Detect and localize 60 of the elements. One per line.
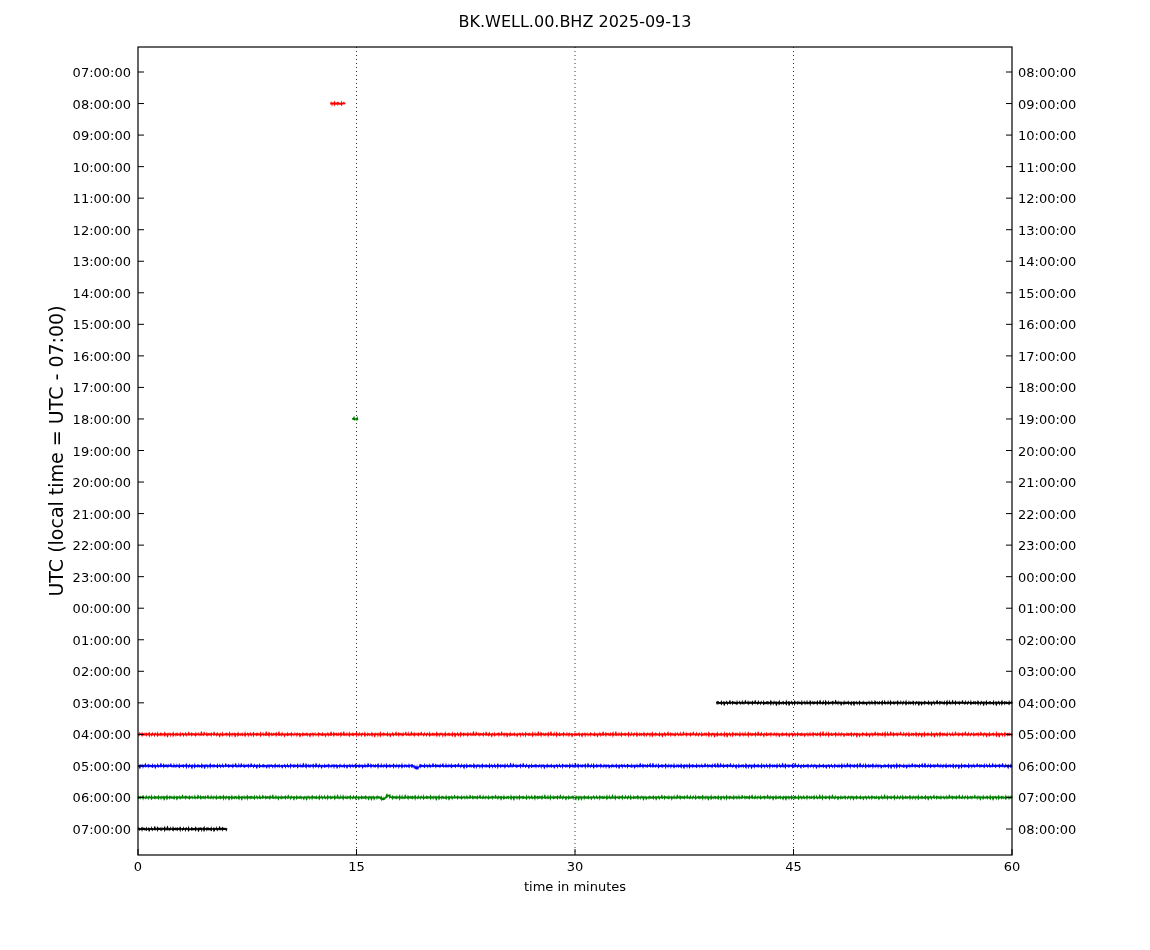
y-tick-label: 05:00:00 [1018,727,1077,743]
y-tick-label: 08:00:00 [72,96,131,112]
y-tick-label: 19:00:00 [72,443,131,459]
y-tick-label: 18:00:00 [1018,380,1077,396]
y-tick-label: 14:00:00 [1018,254,1077,270]
x-axis-label: time in minutes [523,879,627,894]
x-tick-label: 45 [785,859,802,874]
y-tick-label: 12:00:00 [1018,191,1077,207]
y-tick-label: 10:00:00 [72,159,131,175]
y-tick-label: 19:00:00 [1018,411,1077,427]
y-tick-label: 07:00:00 [1018,790,1077,806]
y-tick-label: 06:00:00 [72,790,131,806]
y-tick-label: 12:00:00 [72,222,131,238]
y-tick-label: 11:00:00 [72,191,131,207]
x-tick-label: 30 [566,859,584,874]
y-tick-label: 03:00:00 [72,695,131,711]
y-tick-label: 23:00:00 [1018,538,1077,554]
y-tick-label: 02:00:00 [1018,632,1077,648]
y-tick-label: 04:00:00 [1018,695,1077,711]
seismic-trace [351,415,359,422]
y-tick-label: 11:00:00 [1018,159,1077,175]
y-tick-label: 13:00:00 [1018,222,1077,238]
y-tick-label: 15:00:00 [72,317,131,333]
y-tick-label: 06:00:00 [1018,758,1077,774]
y-tick-label: 17:00:00 [72,380,131,396]
y-tick-label: 09:00:00 [72,128,131,144]
y-tick-label: 17:00:00 [1018,348,1077,364]
y-tick-label: 00:00:00 [72,601,131,617]
y-axis-label: UTC (local time = UTC - 07:00) [45,305,67,597]
x-tick-label: 15 [348,859,365,874]
y-tick-label: 21:00:00 [72,506,131,522]
x-tick-label: 60 [1003,859,1021,874]
y-tick-label: 05:00:00 [72,758,131,774]
y-tick-label: 23:00:00 [72,569,131,585]
y-tick-label: 07:00:00 [72,822,131,837]
y-tick-label: 14:00:00 [72,285,131,301]
y-tick-label: 16:00:00 [1018,317,1077,333]
y-tick-label: 02:00:00 [72,664,131,680]
y-tick-label: 18:00:00 [72,411,131,427]
y-tick-label: 08:00:00 [1018,65,1077,80]
y-tick-label: 01:00:00 [72,632,131,648]
y-tick-label: 03:00:00 [1018,664,1077,680]
y-tick-label: 08:00:00 [1018,822,1077,837]
y-tick-label: 20:00:00 [1018,443,1077,459]
y-tick-label: 20:00:00 [72,475,131,491]
x-tick-label: 0 [133,859,143,874]
seismic-trace [329,100,346,107]
y-tick-label: 21:00:00 [1018,475,1077,491]
chart-title: BK.WELL.00.BHZ 2025-09-13 [458,12,692,31]
y-tick-label: 07:00:00 [72,65,131,80]
y-tick-label: 22:00:00 [1018,506,1077,522]
y-tick-label: 00:00:00 [1018,569,1077,585]
y-tick-label: 04:00:00 [72,727,131,743]
y-tick-label: 01:00:00 [1018,601,1077,617]
y-tick-label: 13:00:00 [72,254,131,270]
y-tick-label: 22:00:00 [72,538,131,554]
y-tick-label: 16:00:00 [72,348,131,364]
y-tick-label: 10:00:00 [1018,128,1077,144]
y-tick-label: 09:00:00 [1018,96,1077,112]
y-tick-label: 15:00:00 [1018,285,1077,301]
